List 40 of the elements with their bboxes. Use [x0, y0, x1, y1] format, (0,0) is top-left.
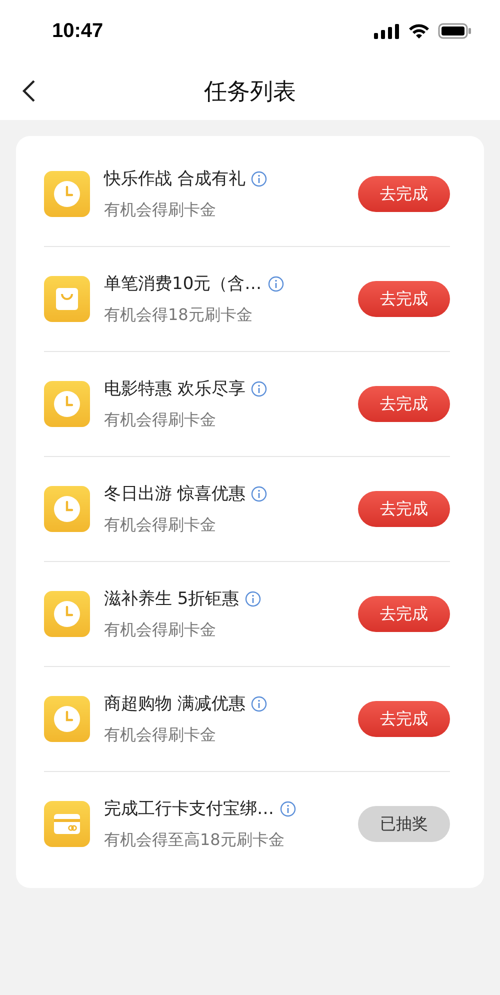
task-title: 完成工行卡支付宝绑… [104, 798, 274, 820]
info-icon[interactable] [280, 800, 296, 816]
task-reward: 有机会得刷卡金 [104, 620, 217, 641]
complete-button[interactable]: 去完成 [358, 701, 450, 737]
page-title: 任务列表 [204, 78, 296, 106]
wifi-icon [408, 23, 430, 39]
task-title: 滋补养生 5折钜惠 [104, 588, 240, 610]
battery-icon [438, 23, 472, 39]
complete-button[interactable]: 去完成 [358, 386, 450, 422]
task-reward: 有机会得刷卡金 [104, 725, 217, 746]
card-icon [44, 801, 90, 847]
clock-icon [44, 381, 90, 427]
task-title: 电影特惠 欢乐尽享 [104, 378, 246, 400]
info-icon[interactable] [251, 696, 268, 712]
status-time: 10:47 [52, 20, 104, 42]
clock-icon [44, 486, 90, 532]
task-title: 商超购物 满减优惠 [104, 693, 246, 715]
task-title: 冬日出游 惊喜优惠 [104, 483, 246, 505]
info-icon[interactable] [251, 170, 268, 186]
signal-icon [374, 23, 400, 39]
complete-button[interactable]: 去完成 [358, 596, 450, 632]
complete-button[interactable]: 去完成 [358, 281, 450, 317]
task-reward: 有机会得刷卡金 [104, 200, 217, 221]
back-icon[interactable] [22, 79, 36, 103]
info-icon[interactable] [268, 276, 284, 292]
clock-icon [44, 696, 90, 742]
task-title: 快乐作战 合成有礼 [104, 168, 246, 190]
info-icon[interactable] [245, 590, 262, 606]
clock-icon [44, 171, 90, 217]
task-title: 单笔消费10元（含… [104, 273, 262, 295]
bag-icon [44, 276, 90, 322]
task-reward: 有机会得至高18元刷卡金 [104, 830, 286, 851]
clock-icon [44, 591, 90, 637]
task-reward: 有机会得刷卡金 [104, 515, 217, 536]
task-reward: 有机会得18元刷卡金 [104, 305, 254, 326]
info-icon[interactable] [251, 486, 268, 502]
complete-button[interactable]: 去完成 [358, 176, 450, 212]
task-reward: 有机会得刷卡金 [104, 410, 217, 431]
complete-button[interactable]: 去完成 [358, 491, 450, 527]
info-icon[interactable] [251, 380, 268, 396]
